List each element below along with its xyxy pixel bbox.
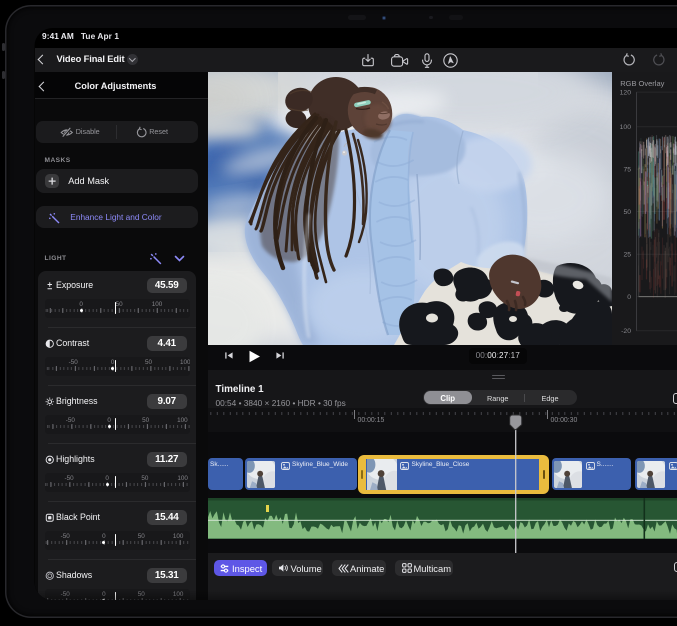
svg-text:75: 75 <box>623 166 631 173</box>
svg-text:120: 120 <box>620 89 632 96</box>
svg-text:25: 25 <box>623 251 631 258</box>
svg-text:-20: -20 <box>621 328 631 335</box>
svg-text:RGB Overlay: RGB Overlay <box>620 79 664 88</box>
svg-text:0: 0 <box>627 293 631 300</box>
svg-text:50: 50 <box>623 208 631 215</box>
svg-text:100: 100 <box>620 124 632 131</box>
